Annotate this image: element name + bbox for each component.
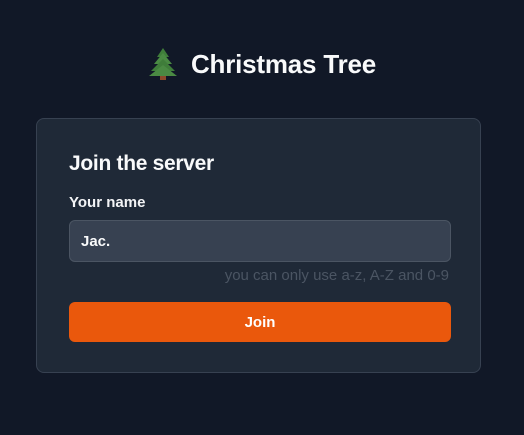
name-hint: you can only use a-z, A-Z and 0-9	[224, 267, 449, 284]
join-card: Join the server Your name you can only u…	[36, 118, 481, 373]
christmas-tree-icon	[148, 48, 177, 80]
join-button[interactable]: Join	[69, 302, 451, 342]
app-header: Christmas Tree	[0, 44, 524, 84]
app-title: Christmas Tree	[190, 48, 377, 79]
card-title: Join the server	[69, 152, 214, 175]
name-input[interactable]	[69, 220, 451, 262]
name-label: Your name	[69, 194, 146, 211]
